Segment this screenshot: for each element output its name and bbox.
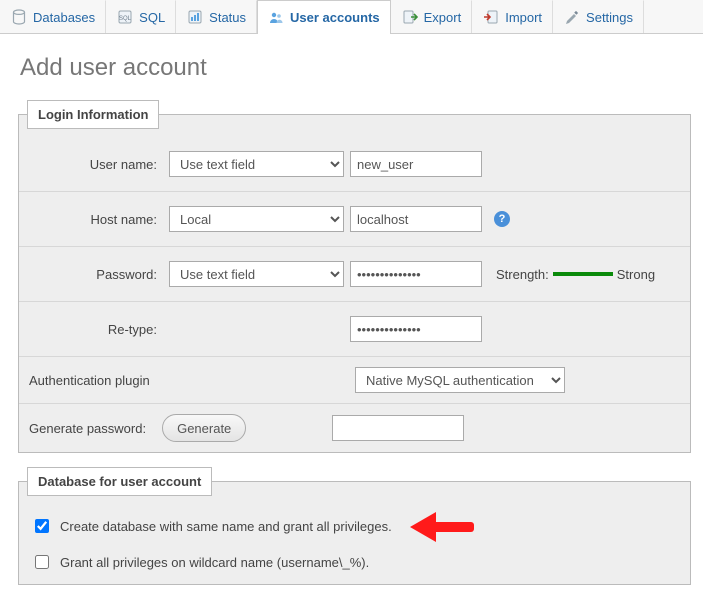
hostname-label: Host name: (29, 212, 163, 227)
tab-settings[interactable]: Settings (553, 0, 644, 33)
tab-label: User accounts (290, 10, 380, 25)
export-icon (402, 9, 418, 25)
strength-indicator: Strength: Strong (496, 267, 655, 282)
user-accounts-icon (268, 10, 284, 26)
checkbox-row-create-db: Create database with same name and grant… (19, 506, 690, 546)
top-tabs: Databases SQL SQL Status User accounts E… (0, 0, 703, 34)
retype-input[interactable] (350, 316, 482, 342)
hostname-input[interactable] (350, 206, 482, 232)
tab-label: Import (505, 10, 542, 25)
auth-plugin-label: Authentication plugin (29, 373, 349, 388)
row-auth-plugin: Authentication plugin Native MySQL authe… (19, 357, 690, 404)
tab-databases[interactable]: Databases (0, 0, 106, 33)
username-mode-select[interactable]: Use text field (169, 151, 344, 177)
strength-value: Strong (617, 267, 655, 282)
auth-plugin-select[interactable]: Native MySQL authentication (355, 367, 565, 393)
generate-button[interactable]: Generate (162, 414, 246, 442)
tab-sql[interactable]: SQL SQL (106, 0, 176, 33)
username-input[interactable] (350, 151, 482, 177)
strength-label: Strength: (496, 267, 549, 282)
row-retype: Re-type: (19, 302, 690, 357)
sql-icon: SQL (117, 9, 133, 25)
tab-label: SQL (139, 10, 165, 25)
import-icon (483, 9, 499, 25)
svg-text:SQL: SQL (119, 16, 132, 22)
checkbox-row-wildcard: Grant all privileges on wildcard name (u… (19, 546, 690, 578)
username-label: User name: (29, 157, 163, 172)
annotation-arrow-icon (410, 512, 480, 540)
generated-password-input[interactable] (332, 415, 464, 441)
database-for-user-fieldset: Database for user account Create databas… (18, 467, 691, 585)
wildcard-label: Grant all privileges on wildcard name (u… (60, 555, 369, 570)
row-username: User name: Use text field (19, 137, 690, 192)
create-db-label: Create database with same name and grant… (60, 519, 392, 534)
password-label: Password: (29, 267, 163, 282)
tab-label: Export (424, 10, 462, 25)
retype-label: Re-type: (29, 322, 163, 337)
main-content: Add user account Login Information User … (0, 34, 703, 607)
tab-label: Databases (33, 10, 95, 25)
tab-export[interactable]: Export (391, 0, 473, 33)
login-information-legend: Login Information (27, 100, 159, 129)
tab-label: Status (209, 10, 246, 25)
tab-user-accounts[interactable]: User accounts (257, 0, 391, 34)
password-input[interactable] (350, 261, 482, 287)
strength-bar (553, 272, 613, 276)
row-password: Password: Use text field Strength: Stron… (19, 247, 690, 302)
create-db-checkbox[interactable] (35, 519, 49, 533)
tab-import[interactable]: Import (472, 0, 553, 33)
login-information-fieldset: Login Information User name: Use text fi… (18, 100, 691, 453)
database-for-user-legend: Database for user account (27, 467, 212, 496)
help-icon[interactable]: ? (494, 211, 510, 227)
generate-password-label: Generate password: (29, 421, 156, 436)
settings-icon (564, 9, 580, 25)
tab-status[interactable]: Status (176, 0, 257, 33)
database-icon (11, 9, 27, 25)
wildcard-checkbox[interactable] (35, 555, 49, 569)
row-hostname: Host name: Local ? (19, 192, 690, 247)
tab-label: Settings (586, 10, 633, 25)
page-title: Add user account (20, 54, 691, 82)
row-generate-password: Generate password: Generate (19, 404, 690, 452)
hostname-mode-select[interactable]: Local (169, 206, 344, 232)
password-mode-select[interactable]: Use text field (169, 261, 344, 287)
status-icon (187, 9, 203, 25)
